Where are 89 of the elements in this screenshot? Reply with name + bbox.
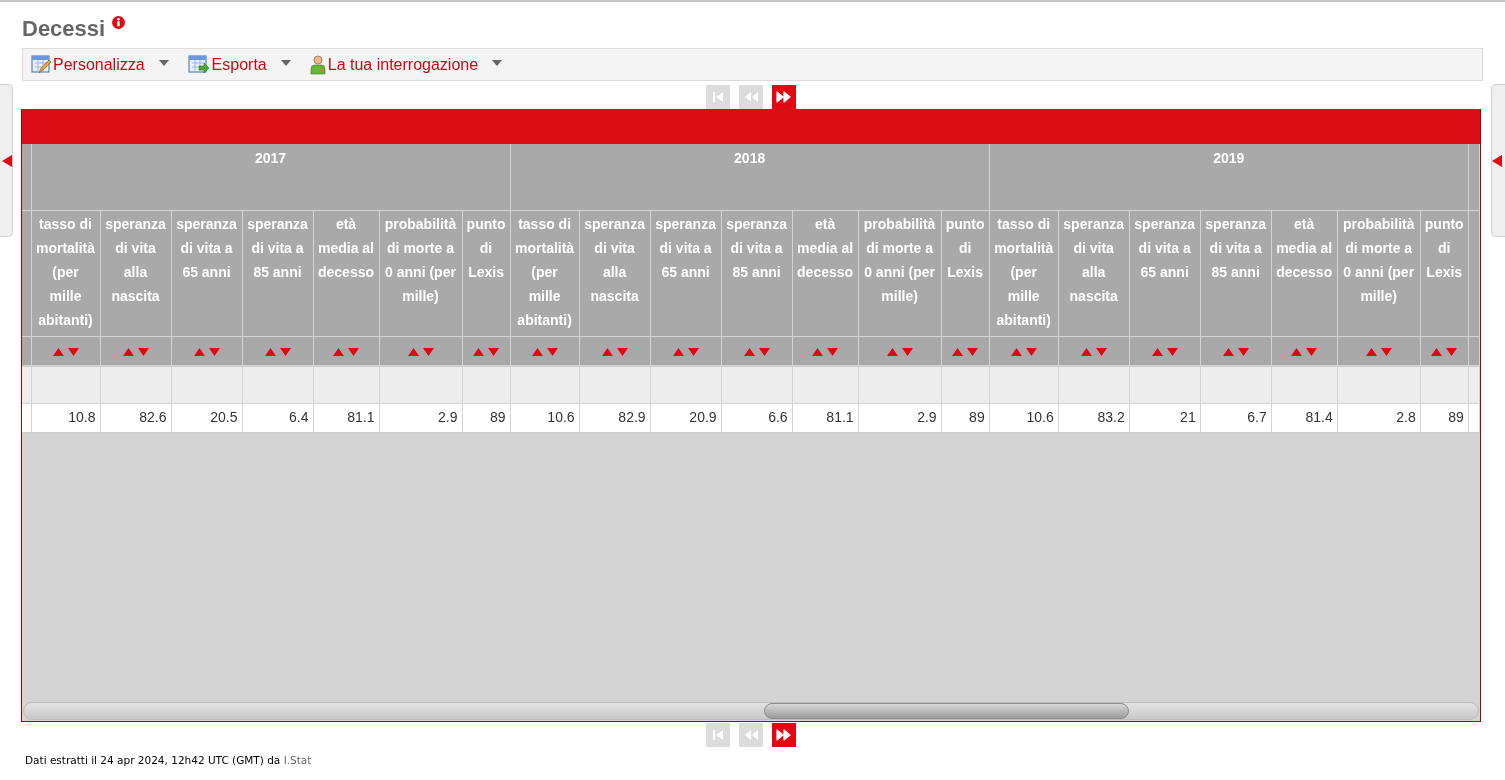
sort-up-icon[interactable] [952,347,964,356]
table-cell: 6.6 [721,403,793,433]
sort-down-icon[interactable] [687,347,699,356]
table-cell: 81.1 [792,403,859,433]
table-cell: 6.4 [242,403,313,433]
sort-down-icon[interactable] [137,347,149,356]
sort-up-icon[interactable] [1151,347,1163,356]
table-cell: 6.7 [1200,403,1272,433]
table-cell: 2.9 [379,403,462,433]
table-cell: 89 [1420,403,1469,433]
side-panel-handle[interactable] [1491,84,1505,237]
fast-forward-icon [776,89,792,104]
caret-down-icon [280,59,291,66]
sort-up-icon[interactable] [122,347,134,356]
sort-down-icon[interactable] [1095,347,1107,356]
sort-down-icon[interactable] [967,347,979,356]
table-cell: 20.5 [171,403,242,433]
rewind-icon [743,727,759,742]
table-cell: 81.4 [1271,403,1338,433]
menu-button[interactable]: Esporta [187,52,291,77]
footer-note: Dati estratti il 24 apr 2024, 12h42 UTC (GMT) da I.Stat [24,753,313,768]
sort-up-icon[interactable] [531,347,543,356]
table-cell: 82.9 [579,403,651,433]
sort-down-icon[interactable] [827,347,839,356]
sort-up-icon[interactable] [886,347,898,356]
sort-down-icon[interactable] [348,347,359,356]
table-cell: 10.8 [31,403,100,433]
caret-down-icon [158,59,169,66]
skip-back-icon [711,727,725,742]
menu-button[interactable]: La tua interrogazione [309,52,503,77]
table-cell: 81.1 [313,403,379,433]
table-cell: 10.6 [510,403,580,433]
sort-down-icon[interactable] [1446,347,1458,356]
table-cell: 2.8 [1337,403,1421,433]
sort-down-icon[interactable] [1166,347,1178,356]
table-cell: 82.6 [100,403,171,433]
sort-down-icon[interactable] [67,347,79,356]
fast-forward-icon [776,727,792,742]
sort-up-icon[interactable] [1010,347,1022,356]
sort-down-icon[interactable] [758,347,770,356]
scrollbar-thumb[interactable] [764,703,1129,719]
sort-down-icon[interactable] [488,347,500,356]
sort-down-icon[interactable] [616,347,628,356]
page-title: Decessi [22,15,106,43]
sort-down-icon[interactable] [279,347,291,356]
sort-down-icon[interactable] [1025,347,1037,356]
sort-down-icon[interactable] [1380,347,1392,356]
sort-up-icon[interactable] [1431,347,1443,356]
sort-down-icon[interactable] [901,347,913,356]
table-cell: 89 [462,403,511,433]
table-cell: 10.6 [989,403,1059,433]
sort-up-icon[interactable] [743,347,755,356]
caret-down-icon [492,59,503,66]
side-panel-handle[interactable] [0,84,13,237]
table-cell: 2.9 [858,403,942,433]
sort-up-icon[interactable] [812,347,824,356]
horizontal-scrollbar[interactable] [23,702,1479,720]
table-pencil-icon [31,54,51,75]
sort-up-icon[interactable] [473,347,485,356]
menu-button[interactable]: Personalizza [31,52,169,77]
sort-up-icon[interactable] [672,347,684,356]
sort-up-icon[interactable] [1365,347,1377,356]
table-cell: 89 [941,403,990,433]
sort-up-icon[interactable] [1222,347,1234,356]
sort-down-icon[interactable] [422,347,434,356]
table-cell: 20.9 [650,403,722,433]
rewind-icon [743,89,759,104]
sort-up-icon[interactable] [1080,347,1092,356]
istat-link[interactable]: I.Stat [283,754,312,766]
caret-left-icon [1492,154,1502,167]
sort-up-icon[interactable] [601,347,613,356]
pager-button[interactable] [772,722,796,747]
sort-up-icon[interactable] [1291,347,1303,356]
skip-back-icon [711,89,725,104]
sort-up-icon[interactable] [407,347,419,356]
table-cell: 21 [1129,403,1201,433]
sort-up-icon[interactable] [264,347,276,356]
sort-up-icon[interactable] [52,347,64,356]
sort-up-icon[interactable] [333,347,344,356]
table-cell: 83.2 [1058,403,1130,433]
caret-left-icon [2,154,12,167]
sort-down-icon[interactable] [1237,347,1249,356]
pager-button[interactable] [772,84,796,109]
person-icon [309,54,326,75]
sort-up-icon[interactable] [193,347,205,356]
sort-down-icon[interactable] [208,347,220,356]
info-icon[interactable] [112,16,126,29]
sort-down-icon[interactable] [1306,347,1318,356]
sort-down-icon[interactable] [546,347,558,356]
